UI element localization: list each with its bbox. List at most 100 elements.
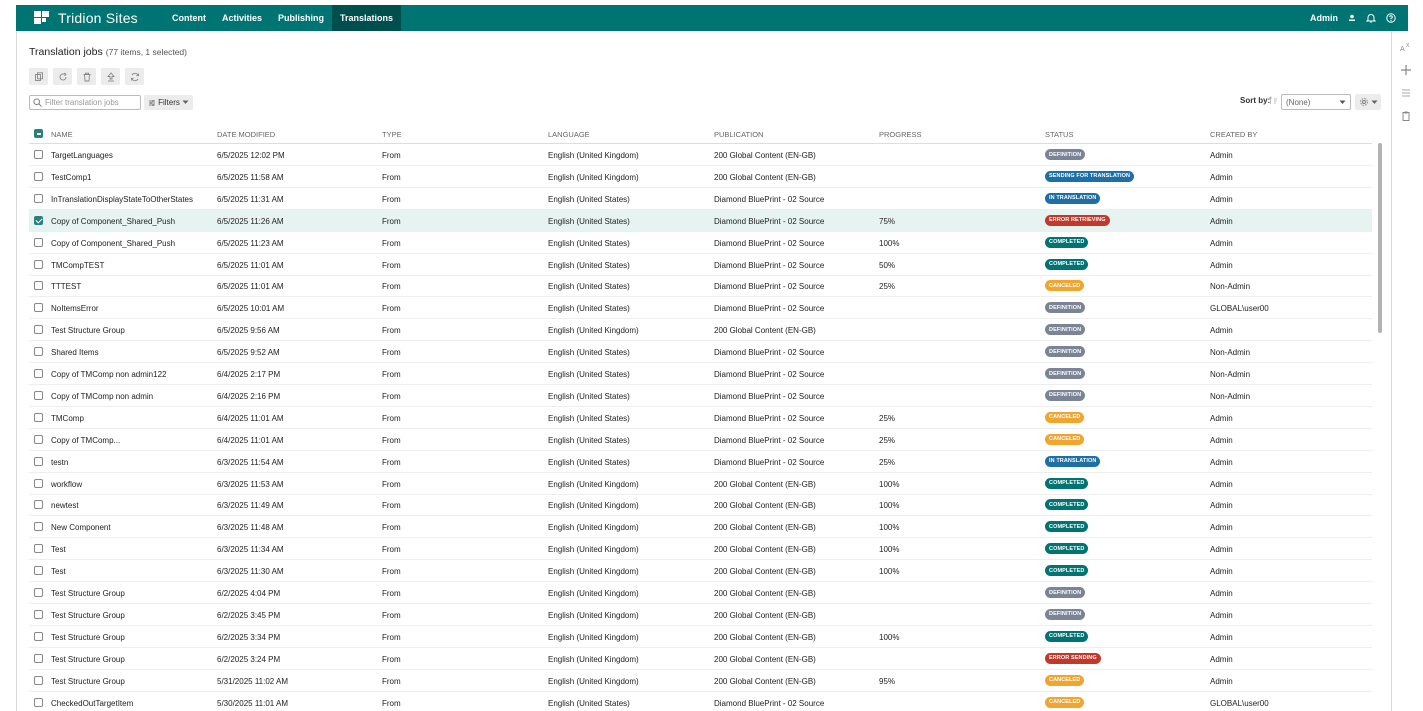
nav-content[interactable]: Content <box>164 5 214 31</box>
row-checkbox[interactable] <box>34 566 43 576</box>
table-row[interactable]: Test 6/3/2025 11:34 AM From English (United… <box>29 538 1372 561</box>
delete-button[interactable] <box>77 68 96 85</box>
table-row[interactable]: TMCompTEST 6/5/2025 11:01 AM From English (… <box>29 254 1372 276</box>
col-status[interactable]: STATUS <box>1045 130 1073 139</box>
filter-input[interactable]: Filter translation jobs <box>29 95 141 110</box>
nav-publishing[interactable]: Publishing <box>270 5 332 31</box>
translate-icon[interactable]: AX <box>1399 40 1413 54</box>
row-checkbox[interactable] <box>34 150 43 159</box>
user-name[interactable]: Admin <box>1310 13 1338 23</box>
row-checkbox[interactable] <box>34 653 43 663</box>
table-row[interactable]: CheckedOutTargetItem 5/30/2025 11:01 AM Fr… <box>29 692 1372 711</box>
table-row[interactable]: TMComp 6/4/2025 11:01 AM From English (Unit… <box>29 407 1372 429</box>
cell-type: From <box>382 435 401 445</box>
row-checkbox[interactable] <box>34 631 43 641</box>
cell-created-by: Admin <box>1210 523 1233 533</box>
col-name[interactable]: NAME <box>51 130 73 139</box>
table-row[interactable]: TTTEST 6/5/2025 11:01 AM From English (Unit… <box>29 275 1372 298</box>
row-checkbox[interactable] <box>34 303 43 313</box>
toolbar <box>29 68 144 85</box>
retry-button[interactable] <box>53 68 72 85</box>
table-row[interactable]: workflow 6/3/2025 11:53 AM From English (Un… <box>29 473 1372 495</box>
col-progress[interactable]: PROGRESS <box>879 130 922 139</box>
cell-progress: 75% <box>879 216 896 226</box>
table-row[interactable]: New Component 6/3/2025 11:48 AM From Englis… <box>29 516 1372 539</box>
row-checkbox[interactable] <box>34 237 43 247</box>
row-checkbox[interactable] <box>34 259 43 269</box>
row-checkbox[interactable] <box>34 500 43 510</box>
row-checkbox[interactable] <box>34 171 43 181</box>
col-date-modified[interactable]: DATE MODIFIED <box>217 130 275 139</box>
row-checkbox[interactable] <box>34 325 43 335</box>
row-checkbox[interactable] <box>34 588 43 597</box>
row-checkbox[interactable] <box>34 193 43 203</box>
status-badge: COMPLETED <box>1045 565 1089 577</box>
table-row[interactable]: TestComp1 6/5/2025 11:58 AM From English (U… <box>29 166 1372 188</box>
row-checkbox[interactable] <box>34 456 43 466</box>
copy-button[interactable] <box>29 68 48 85</box>
cell-created-by: Non-Admin <box>1210 391 1251 401</box>
row-checkbox[interactable] <box>34 390 43 400</box>
table-row[interactable]: newtest 6/3/2025 11:49 AM From English (Uni… <box>29 494 1372 517</box>
row-checkbox[interactable] <box>34 544 43 554</box>
scrollbar-thumb[interactable] <box>1378 143 1382 333</box>
app-logo[interactable]: Tridion Sites <box>34 10 164 26</box>
table-row[interactable]: Test Structure Group 6/2/2025 3:34 PM From… <box>29 626 1372 648</box>
table-row[interactable]: Test Structure Group 6/5/2025 9:56 AM From… <box>29 319 1372 342</box>
table-row[interactable]: Copy of TMComp non admin122 6/4/2025 2:17… <box>29 363 1372 385</box>
row-checkbox[interactable] <box>34 434 43 444</box>
cell-progress: 50% <box>879 260 896 270</box>
column-settings-button[interactable] <box>1355 94 1381 110</box>
col-publication[interactable]: PUBLICATION <box>714 130 763 139</box>
add-icon[interactable] <box>1399 63 1413 77</box>
table-row[interactable]: Test 6/3/2025 11:30 AM From English (United… <box>29 560 1372 583</box>
row-checkbox[interactable] <box>34 412 43 422</box>
col-created-by[interactable]: CREATED BY <box>1210 130 1257 139</box>
row-checkbox[interactable] <box>34 215 43 225</box>
table-row[interactable]: Copy of Component_Shared_Push 6/5/2025 11… <box>29 232 1372 254</box>
table-row[interactable]: Copy of Component_Shared_Push 6/5/2025 11… <box>29 209 1372 232</box>
table-row[interactable]: Copy of TMComp non admin 6/4/2025 2:16 PM… <box>29 385 1372 407</box>
table-row[interactable]: NoItemsError 6/5/2025 10:01 AM From English… <box>29 297 1372 320</box>
row-checkbox[interactable] <box>34 281 43 291</box>
vertical-scrollbar[interactable] <box>1377 143 1383 711</box>
table-row[interactable]: Test Structure Group 6/2/2025 3:24 PM From… <box>29 648 1372 670</box>
status-badge: COMPLETED <box>1045 630 1089 642</box>
clipboard-icon[interactable] <box>1399 109 1413 123</box>
refresh-button[interactable] <box>125 68 144 85</box>
row-checkbox[interactable] <box>34 697 43 707</box>
help-icon[interactable] <box>1386 13 1396 23</box>
table-row[interactable]: Test Structure Group 6/2/2025 4:04 PM From… <box>29 582 1372 604</box>
table-row[interactable]: Test Structure Group 6/2/2025 3:45 PM From… <box>29 604 1372 626</box>
table-row[interactable]: Copy of TMComp... 6/4/2025 11:01 AM From En… <box>29 429 1372 451</box>
table-row[interactable]: InTranslationDisplayStateToOtherStates 6/… <box>29 188 1372 210</box>
table-row[interactable]: TargetLanguages 6/5/2025 12:02 PM From Engl… <box>29 144 1372 166</box>
sort-select[interactable]: (None) <box>1281 94 1351 110</box>
col-type[interactable]: TYPE <box>382 130 402 139</box>
row-checkbox[interactable] <box>34 609 43 619</box>
user-icon[interactable] <box>1348 14 1356 22</box>
sort-order-icon[interactable] <box>1268 96 1278 107</box>
send-button[interactable] <box>101 68 120 85</box>
filters-button[interactable]: Filters <box>144 95 193 110</box>
select-all-checkbox[interactable] <box>34 129 43 138</box>
row-checkbox[interactable] <box>34 369 43 378</box>
notifications-bell-icon[interactable] <box>1366 13 1376 23</box>
nav-activities[interactable]: Activities <box>214 5 270 31</box>
main-nav: Content Activities Publishing Translatio… <box>164 5 402 31</box>
table-row[interactable]: Shared Items 6/5/2025 9:52 AM From English … <box>29 341 1372 364</box>
table-row[interactable]: Test Structure Group 5/31/2025 11:02 AM Fr… <box>29 670 1372 692</box>
col-language[interactable]: LANGUAGE <box>548 130 590 139</box>
cell-name: Test Structure Group <box>51 589 125 598</box>
row-checkbox[interactable] <box>34 478 43 488</box>
table-row[interactable]: testn 6/3/2025 11:54 AM From English (Unite… <box>29 451 1372 473</box>
cell-name: CheckedOutTargetItem <box>51 698 134 708</box>
nav-translations[interactable]: Translations <box>332 5 402 31</box>
row-checkbox[interactable] <box>34 675 43 685</box>
menu-list-icon[interactable] <box>1399 86 1413 100</box>
row-checkbox[interactable] <box>34 522 43 532</box>
cell-publication: Diamond BluePrint - 02 Source <box>714 435 825 445</box>
row-checkbox[interactable] <box>34 347 43 357</box>
cell-language: English (United States) <box>548 260 630 270</box>
cell-date-modified: 6/4/2025 2:16 PM <box>217 391 281 401</box>
